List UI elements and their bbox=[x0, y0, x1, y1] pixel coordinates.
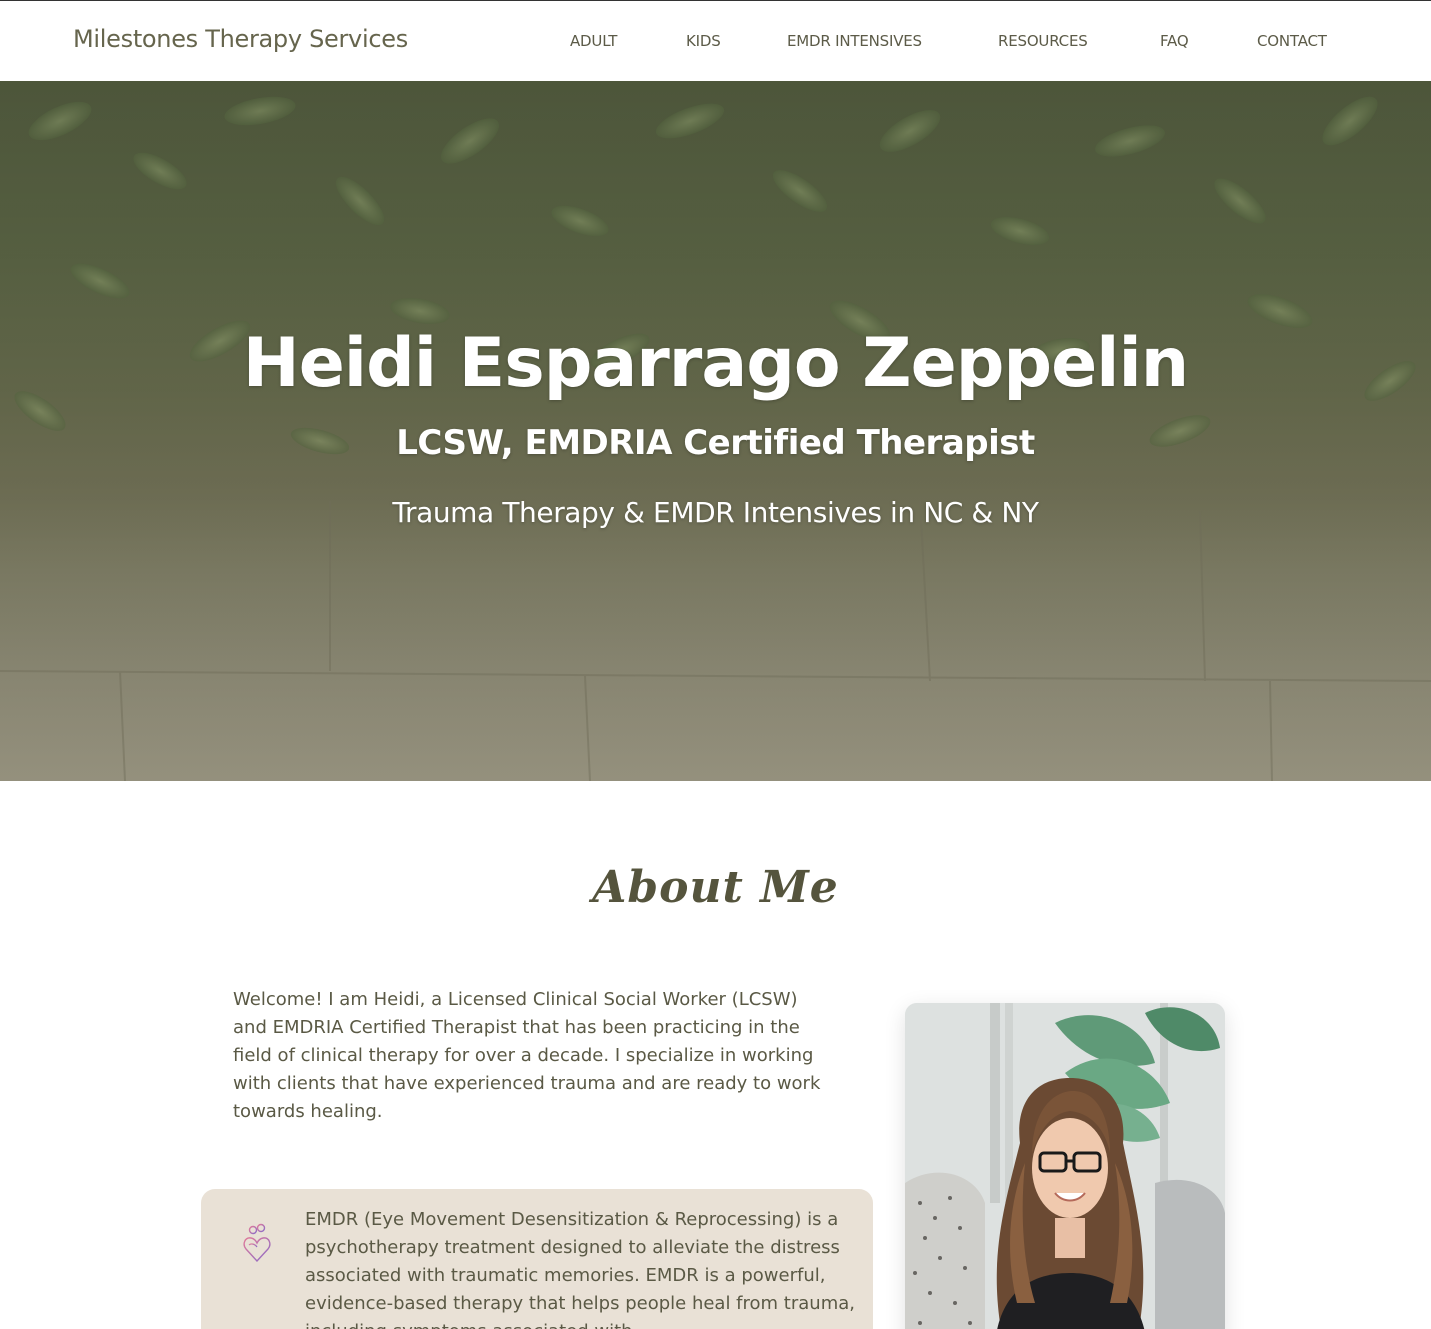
therapist-portrait bbox=[905, 1003, 1225, 1329]
emdr-info-card: EMDR (Eye Movement Desensitization & Rep… bbox=[201, 1189, 873, 1329]
people-heart-icon bbox=[241, 1223, 273, 1265]
hero-banner: Heidi Esparrago Zeppelin LCSW, EMDRIA Ce… bbox=[0, 81, 1431, 781]
hero-foliage-image bbox=[14, 96, 1416, 455]
emdr-description-text: EMDR (Eye Movement Desensitization & Rep… bbox=[305, 1209, 855, 1329]
site-header: Milestones Therapy Services ADULT KIDS E… bbox=[0, 0, 1431, 81]
hero-credentials: LCSW, EMDRIA Certified Therapist bbox=[396, 423, 1035, 463]
hero-tagline: Trauma Therapy & EMDR Intensives in NC &… bbox=[392, 496, 1039, 529]
about-intro-text: Welcome! I am Heidi, a Licensed Clinical… bbox=[233, 989, 821, 1122]
hero-name-heading: Heidi Esparrago Zeppelin bbox=[242, 324, 1189, 403]
nav-item-adult[interactable]: ADULT bbox=[570, 32, 617, 50]
nav-item-contact[interactable]: CONTACT bbox=[1257, 32, 1327, 50]
about-heading: About Me bbox=[592, 862, 839, 913]
nav-item-faq[interactable]: FAQ bbox=[1160, 32, 1189, 50]
hero-stone-wall-image bbox=[0, 501, 1431, 781]
nav-item-resources[interactable]: RESOURCES bbox=[998, 32, 1088, 50]
nav-item-kids[interactable]: KIDS bbox=[686, 32, 721, 50]
nav-item-emdr-intensives[interactable]: EMDR INTENSIVES bbox=[787, 32, 922, 50]
main-nav: ADULT KIDS EMDR INTENSIVES RESOURCES FAQ… bbox=[0, 32, 1431, 54]
